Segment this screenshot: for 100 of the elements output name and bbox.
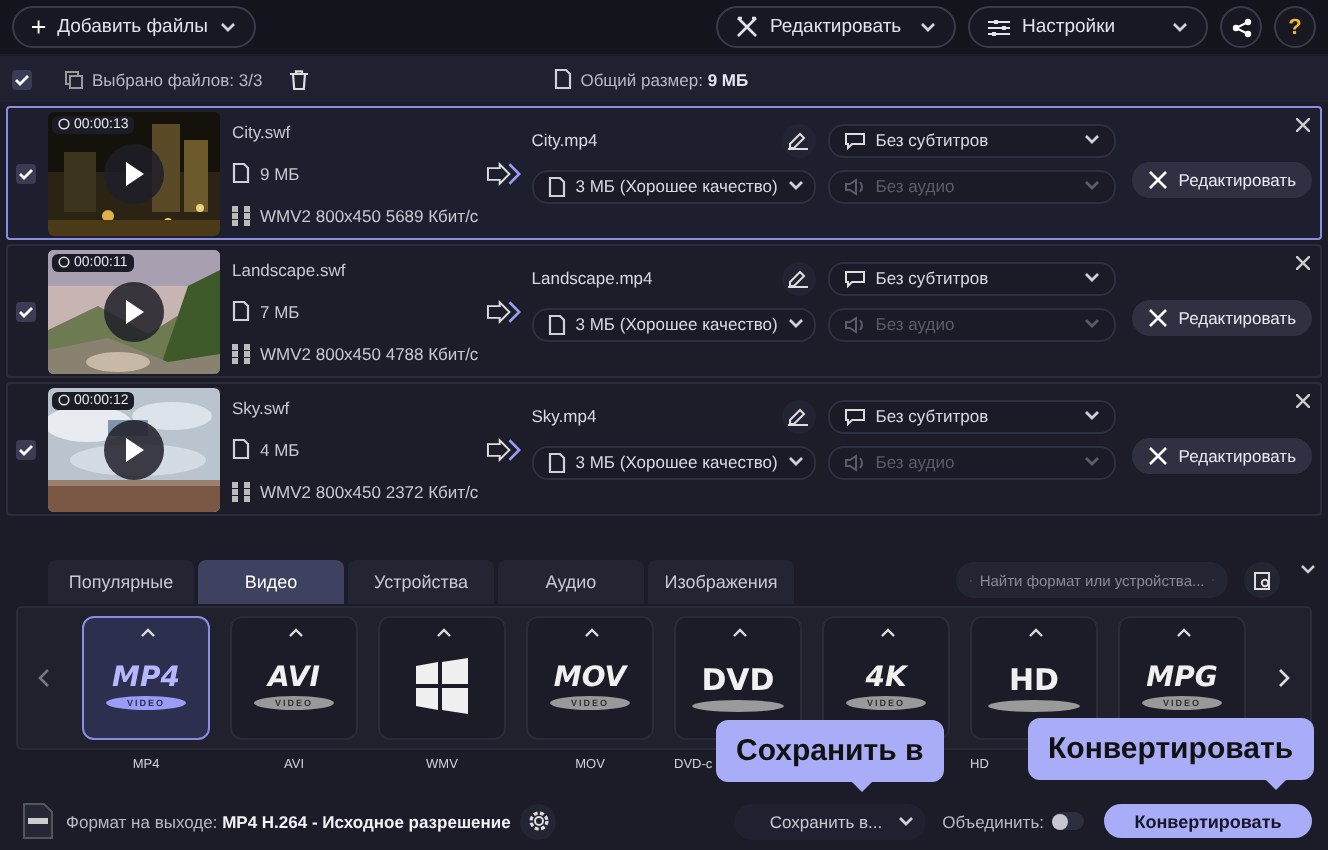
expand-icon — [1028, 628, 1044, 638]
speech-bubble-icon — [843, 407, 866, 425]
settings-dropdown[interactable]: Настройки — [968, 6, 1208, 48]
expand-icon — [584, 628, 600, 638]
film-icon — [232, 481, 250, 501]
disc-icon — [692, 699, 784, 711]
source-name: Sky.swf — [232, 395, 292, 421]
source-name: City.swf — [232, 119, 293, 145]
rename-button[interactable] — [781, 261, 816, 295]
format-tab[interactable]: Изображения — [648, 560, 794, 604]
rename-button[interactable] — [781, 399, 816, 433]
caret-icon — [1084, 410, 1101, 422]
format-logo: HD — [1006, 661, 1061, 697]
format-logo: MOV — [551, 662, 630, 694]
format-tile[interactable]: HD — [970, 616, 1098, 740]
film-icon — [232, 205, 250, 225]
close-icon[interactable] — [1296, 256, 1310, 270]
expand-icon — [436, 628, 452, 638]
speech-bubble-icon — [843, 131, 866, 149]
checkbox[interactable] — [12, 69, 32, 89]
edit-button[interactable]: Редактировать — [1132, 161, 1312, 197]
format-tab[interactable]: Устройства — [348, 560, 494, 604]
format-logo: AVI — [264, 662, 322, 694]
caret-icon — [1084, 456, 1101, 468]
caret-icon — [787, 180, 804, 192]
speaker-icon — [843, 453, 866, 471]
play-icon — [124, 437, 144, 461]
checkbox[interactable] — [16, 439, 36, 459]
subtitles-dropdown[interactable]: Без субтитров — [827, 399, 1117, 433]
file-icon — [554, 68, 573, 90]
subtitles-dropdown[interactable]: Без субтитров — [827, 261, 1117, 295]
output-name: Sky.mp4 — [531, 406, 597, 426]
selected-count: Выбрано файлов: 3/3 — [92, 69, 263, 89]
help-button[interactable]: ? — [1274, 6, 1316, 48]
save-to-dropdown[interactable]: Сохранить в... — [733, 803, 927, 839]
format-logo: MP4 — [110, 662, 182, 694]
caret-icon — [787, 456, 804, 468]
edit-button[interactable]: Редактировать — [1132, 437, 1312, 473]
tooltip: Конвертировать — [1028, 718, 1314, 780]
share-icon — [1231, 17, 1251, 37]
file-icon — [547, 313, 566, 335]
source-info: WMV2 800x450 2372 Кбит/с — [260, 481, 479, 501]
speaker-icon — [843, 315, 866, 333]
format-tab[interactable]: Популярные — [48, 560, 194, 604]
gear-icon — [527, 810, 550, 832]
convert-button[interactable]: Конвертировать — [1104, 804, 1312, 838]
play-icon — [124, 161, 144, 185]
source-name: Landscape.swf — [232, 257, 348, 283]
merge-label: Объединить: — [942, 811, 1044, 831]
output-name: City.mp4 — [531, 130, 598, 150]
source-size: 7 МБ — [260, 301, 300, 321]
caret-icon — [920, 21, 936, 33]
document-search-icon — [1253, 571, 1271, 589]
add-files-button[interactable]: Добавить файлы — [12, 6, 256, 48]
plus-icon — [32, 18, 46, 36]
close-icon[interactable] — [1296, 394, 1310, 408]
source-info: WMV2 800x450 4788 Кбит/с — [260, 343, 479, 363]
output-size-dropdown[interactable]: 3 МБ (Хорошее качество) — [531, 445, 816, 479]
close-icon[interactable] — [1296, 118, 1310, 132]
source-size: 9 МБ — [260, 163, 300, 183]
output-name: Landscape.mp4 — [531, 268, 653, 288]
expand-icon — [288, 628, 304, 638]
edit-dropdown[interactable]: Редактировать — [716, 6, 956, 48]
disc-icon — [988, 699, 1080, 711]
format-tab[interactable]: Видео — [198, 560, 344, 604]
copy-icon — [64, 69, 84, 89]
merge-toggle[interactable] — [1052, 812, 1084, 830]
expand-icon — [880, 628, 896, 638]
source-size: 4 МБ — [260, 439, 300, 459]
speaker-icon — [843, 177, 866, 195]
format-info-button[interactable] — [1244, 562, 1280, 598]
share-button[interactable] — [1220, 6, 1262, 48]
format-tile[interactable]: DVD — [674, 616, 802, 740]
rename-button[interactable] — [781, 123, 816, 157]
output-size-dropdown[interactable]: 3 МБ (Хорошее качество) — [531, 307, 816, 341]
subtitles-dropdown[interactable]: Без субтитров — [827, 123, 1117, 157]
sliders-icon — [988, 17, 1010, 37]
source-info: WMV2 800x450 5689 Кбит/с — [260, 205, 479, 225]
delete-icon — [290, 69, 309, 89]
format-settings-button[interactable] — [520, 803, 557, 839]
format-file-icon — [22, 802, 54, 840]
format-logo: DVD — [699, 661, 777, 697]
edit-button[interactable]: Редактировать — [1132, 299, 1312, 335]
output-size-dropdown[interactable]: 3 МБ (Хорошее качество) — [531, 169, 816, 203]
tooltip-pointer-icon — [1265, 780, 1286, 790]
format-tile[interactable] — [378, 616, 506, 740]
format-tab[interactable]: Аудио — [498, 560, 644, 604]
format-logo: 4K — [863, 662, 910, 694]
format-logo: MPG — [1144, 662, 1220, 694]
collapse-icon[interactable] — [1300, 564, 1316, 576]
expand-icon — [140, 628, 156, 638]
speech-bubble-icon — [843, 269, 866, 287]
caret-icon — [1084, 272, 1101, 284]
checkbox[interactable] — [16, 301, 36, 321]
expand-icon — [732, 628, 748, 638]
total-size: Общий размер: 9 МБ — [580, 69, 749, 89]
windows-logo-icon — [412, 658, 472, 714]
caret-icon — [898, 815, 915, 827]
convert-arrow-icon — [486, 161, 522, 185]
checkbox[interactable] — [16, 163, 36, 183]
